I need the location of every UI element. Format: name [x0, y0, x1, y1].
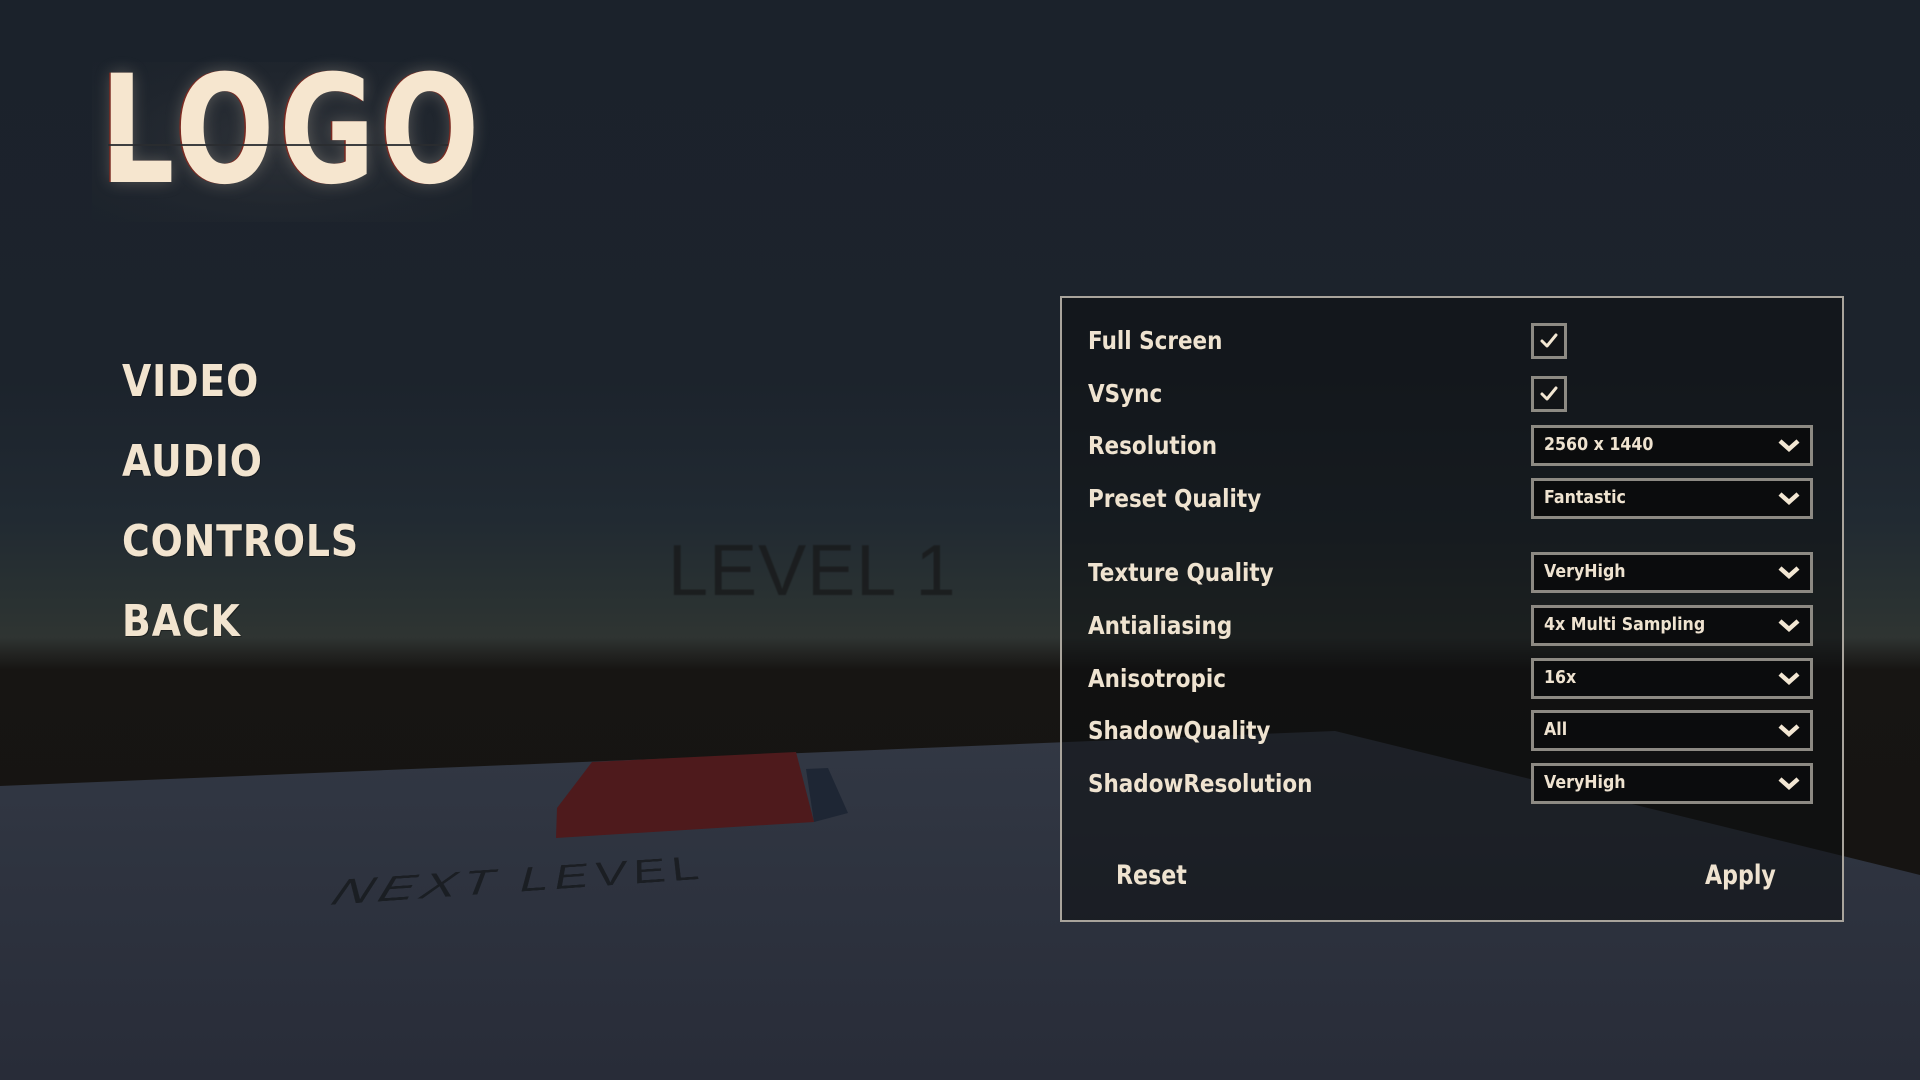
setting-label: ShadowResolution — [1088, 769, 1313, 798]
chevron-down-icon — [1778, 672, 1800, 686]
settings-category-menu: VIDEO AUDIO CONTROLS BACK — [122, 360, 398, 680]
antialiasing-dropdown[interactable]: 4x Multi Sampling — [1531, 605, 1813, 646]
anisotropic-dropdown[interactable]: 16x — [1531, 658, 1813, 699]
setting-row-full-screen: Full Screen — [1088, 323, 1828, 366]
level-title: LEVEL 1 — [668, 531, 957, 611]
setting-row-vsync: VSync — [1088, 376, 1828, 419]
setting-label: VSync — [1088, 379, 1163, 408]
setting-row-resolution: Resolution 2560 x 1440 — [1088, 425, 1828, 471]
apply-button[interactable]: Apply — [1705, 862, 1776, 889]
chevron-down-icon — [1778, 566, 1800, 580]
menu-item-back[interactable]: BACK — [122, 600, 359, 680]
video-settings-panel: Full Screen VSync Resolution 2560 x 1440… — [1060, 296, 1844, 922]
menu-item-audio[interactable]: AUDIO — [122, 440, 359, 520]
menu-item-video[interactable]: VIDEO — [122, 360, 359, 440]
setting-label: Resolution — [1088, 431, 1218, 460]
preset-quality-dropdown[interactable]: Fantastic — [1531, 478, 1813, 519]
dropdown-value: 16x — [1544, 667, 1577, 688]
resolution-dropdown[interactable]: 2560 x 1440 — [1531, 425, 1813, 466]
shadow-quality-dropdown[interactable]: All — [1531, 710, 1813, 751]
full-screen-checkbox[interactable] — [1531, 323, 1567, 359]
dropdown-value: 2560 x 1440 — [1544, 434, 1654, 455]
checkmark-icon — [1540, 386, 1558, 401]
logo-scratch-line — [108, 144, 448, 146]
setting-row-preset-quality: Preset Quality Fantastic — [1088, 478, 1828, 524]
dropdown-value: VeryHigh — [1544, 772, 1626, 793]
setting-label: Preset Quality — [1088, 484, 1262, 513]
setting-label: ShadowQuality — [1088, 716, 1271, 745]
chevron-down-icon — [1778, 619, 1800, 633]
dropdown-value: VeryHigh — [1544, 561, 1626, 582]
menu-item-controls[interactable]: CONTROLS — [122, 520, 359, 600]
setting-label: Full Screen — [1088, 326, 1223, 355]
logo-text: LOGO — [100, 44, 485, 218]
setting-row-antialiasing: Antialiasing 4x Multi Sampling — [1088, 605, 1828, 651]
vsync-checkbox[interactable] — [1531, 376, 1567, 412]
setting-row-anisotropic: Anisotropic 16x — [1088, 658, 1828, 704]
texture-quality-dropdown[interactable]: VeryHigh — [1531, 552, 1813, 593]
setting-label: Anisotropic — [1088, 664, 1227, 693]
setting-label: Texture Quality — [1088, 558, 1274, 587]
shadow-resolution-dropdown[interactable]: VeryHigh — [1531, 763, 1813, 804]
setting-row-texture-quality: Texture Quality VeryHigh — [1088, 552, 1828, 598]
chevron-down-icon — [1778, 492, 1800, 506]
chevron-down-icon — [1778, 439, 1800, 453]
setting-row-shadow-quality: ShadowQuality All — [1088, 710, 1828, 756]
setting-label: Antialiasing — [1088, 611, 1233, 640]
dropdown-value: All — [1544, 719, 1568, 740]
logo: LOGO — [92, 56, 479, 222]
chevron-down-icon — [1778, 777, 1800, 791]
checkmark-icon — [1540, 333, 1558, 348]
dropdown-value: Fantastic — [1544, 487, 1626, 508]
dropdown-value: 4x Multi Sampling — [1544, 614, 1706, 635]
setting-row-shadow-resolution: ShadowResolution VeryHigh — [1088, 763, 1828, 809]
chevron-down-icon — [1778, 724, 1800, 738]
reset-button[interactable]: Reset — [1116, 862, 1187, 889]
